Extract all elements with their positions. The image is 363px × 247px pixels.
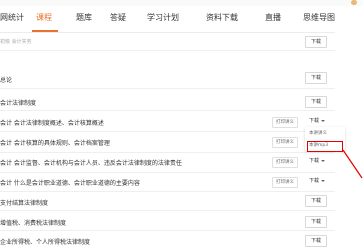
download-button[interactable]: 下载 (305, 96, 327, 108)
print-handout-button[interactable]: 打印讲义 (272, 157, 298, 168)
lesson-title[interactable]: 会计 会计法律制度概述、会计核算概述 (0, 118, 104, 127)
nav-item-question-bank[interactable]: 题库 (76, 12, 92, 30)
row-divider (0, 131, 335, 132)
download-button[interactable]: 下载 (305, 195, 327, 207)
lesson-title[interactable]: 会计 会计监督、会计机构与会计人员、违反会计法律制度的法律责任 (0, 158, 182, 167)
print-handout-button[interactable]: 打印讲义 (272, 137, 298, 148)
row-divider (0, 152, 335, 153)
download-button[interactable]: 下载 (305, 36, 327, 48)
download-dropdown-label: 下载 (309, 158, 320, 164)
nav-item-mind-map[interactable]: 思维导图 (303, 12, 335, 30)
print-handout-button[interactable]: 打印讲义 (272, 117, 298, 128)
main-nav: 网统计 课程 题库 答疑 学习计划 资料下载 直播 思维导图 (0, 6, 363, 33)
row-divider (0, 230, 335, 231)
lesson-title[interactable]: 会计 什么是会计职业道德、会计职业道德的主要内容 (0, 178, 140, 187)
download-button[interactable]: 下载 (305, 216, 327, 228)
nav-item-study-plan[interactable]: 学习计划 (147, 12, 179, 30)
avatar[interactable] (351, 0, 357, 5)
download-dropdown[interactable]: 下载 (309, 176, 326, 186)
row-divider (0, 191, 335, 192)
chapter-title: 增值税、消费税法律制度 (0, 220, 67, 227)
active-tab-indicator (32, 30, 58, 32)
chapter-title: 支付结算法律制度 (0, 200, 49, 207)
download-dropdown[interactable]: 下载 (309, 156, 326, 166)
nav-item-live[interactable]: 直播 (265, 12, 281, 30)
download-button[interactable]: 下载 (305, 72, 327, 84)
chevron-down-icon (321, 159, 326, 162)
chevron-down-icon (321, 119, 326, 122)
download-button[interactable]: 下载 (305, 235, 327, 247)
row-divider (0, 172, 335, 173)
row-divider (0, 110, 335, 111)
print-handout-button[interactable]: 打印讲义 (272, 177, 298, 188)
row-divider (0, 88, 335, 89)
chapter-title: 总论 (0, 77, 13, 84)
download-dropdown-label: 下载 (309, 178, 320, 184)
download-dropdown-label: 下载 (309, 118, 320, 124)
nav-item-courses[interactable]: 课程 (36, 12, 52, 30)
row-divider (0, 50, 335, 51)
nav-item-downloads[interactable]: 资料下载 (206, 12, 238, 30)
chevron-down-icon (321, 179, 326, 182)
nav-item-qa[interactable]: 答疑 (110, 12, 126, 30)
row-divider (0, 210, 335, 211)
menu-item-handout[interactable]: 本讲讲义 (309, 130, 327, 136)
highlight-box (307, 141, 343, 152)
lesson-title[interactable]: 会计 会计核算的具体规则、会计档案管理 (0, 138, 110, 147)
breadcrumb: 初级 会计实务 (0, 39, 32, 45)
chapter-title: 会计法律制度 (0, 100, 37, 107)
nav-item-statistics[interactable]: 网统计 (0, 12, 24, 30)
download-dropdown[interactable]: 下载 (309, 116, 326, 126)
